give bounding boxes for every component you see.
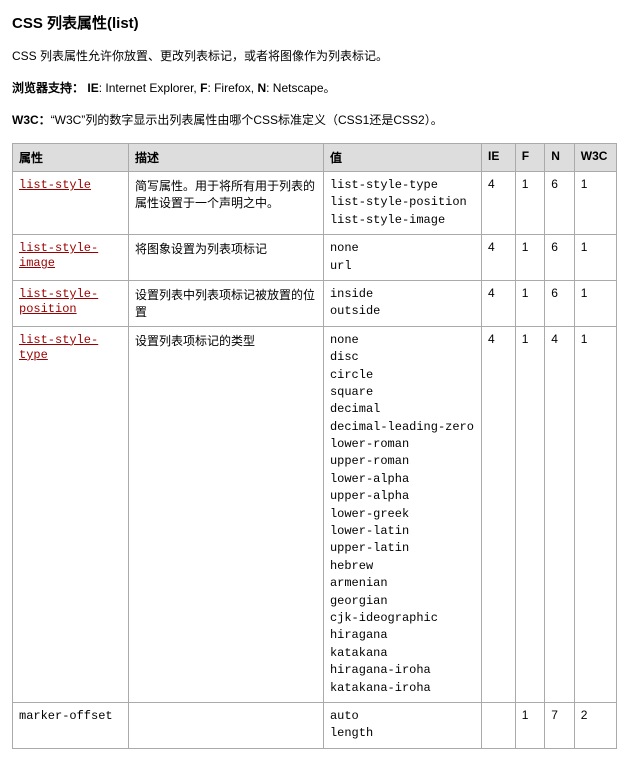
th-description: 描述 bbox=[128, 144, 323, 172]
property-link[interactable]: list-style bbox=[19, 178, 91, 192]
description-cell: 设置列表中列表项标记被放置的位置 bbox=[128, 280, 323, 326]
description-cell: 将图象设置为列表项标记 bbox=[128, 235, 323, 281]
table-row: list-style-position 设置列表中列表项标记被放置的位置insid… bbox=[13, 280, 617, 326]
browser-support-label: 浏览器支持： bbox=[12, 81, 84, 95]
table-row: list-style-image将图象设置为列表项标记none url4161 bbox=[13, 235, 617, 281]
values-cell: list-style-type list-style-position list… bbox=[323, 172, 481, 235]
th-value: 值 bbox=[323, 144, 481, 172]
th-property: 属性 bbox=[13, 144, 129, 172]
th-n: N bbox=[545, 144, 575, 172]
table-row: marker-offset auto length 172 bbox=[13, 702, 617, 748]
values-cell: auto length bbox=[323, 702, 481, 748]
ie-cell: 4 bbox=[482, 172, 516, 235]
page-heading: CSS 列表属性(list) bbox=[12, 12, 617, 33]
n-cell: 6 bbox=[545, 280, 575, 326]
w3c-line: W3C：“W3C”列的数字显示出列表属性由哪个CSS标准定义（CSS1还是CSS… bbox=[12, 111, 617, 129]
property-link[interactable]: list-style-type bbox=[19, 333, 98, 362]
ie-cell bbox=[482, 702, 516, 748]
table-row: list-style 简写属性。用于将所有用于列表的属性设置于一个声明之中。lis… bbox=[13, 172, 617, 235]
values-cell: inside outside bbox=[323, 280, 481, 326]
ie-cell: 4 bbox=[482, 326, 516, 702]
property-link[interactable]: list-style-position bbox=[19, 287, 98, 316]
n-abbr: N bbox=[257, 81, 266, 95]
n-text: : Netscape。 bbox=[266, 81, 335, 95]
description-cell: 简写属性。用于将所有用于列表的属性设置于一个声明之中。 bbox=[128, 172, 323, 235]
intro-text: CSS 列表属性允许你放置、更改列表标记，或者将图像作为列表标记。 bbox=[12, 47, 617, 65]
th-w3c: W3C bbox=[574, 144, 616, 172]
values-cell: none disc circle square decimal decimal-… bbox=[323, 326, 481, 702]
f-text: : Firefox, bbox=[207, 81, 257, 95]
n-cell: 7 bbox=[545, 702, 575, 748]
property-text: marker-offset bbox=[19, 709, 113, 723]
ie-cell: 4 bbox=[482, 235, 516, 281]
list-properties-table: 属性 描述 值 IE F N W3C list-style 简写属性。用于将所有用… bbox=[12, 143, 617, 749]
th-ie: IE bbox=[482, 144, 516, 172]
description-cell bbox=[128, 702, 323, 748]
n-cell: 4 bbox=[545, 326, 575, 702]
ie-cell: 4 bbox=[482, 280, 516, 326]
w3c-cell: 1 bbox=[574, 280, 616, 326]
f-cell: 1 bbox=[515, 235, 545, 281]
w3c-cell: 1 bbox=[574, 326, 616, 702]
table-row: list-style-type 设置列表项标记的类型none disc circl… bbox=[13, 326, 617, 702]
property-link[interactable]: list-style-image bbox=[19, 241, 98, 270]
w3c-label: W3C： bbox=[12, 113, 51, 127]
w3c-cell: 1 bbox=[574, 172, 616, 235]
f-cell: 1 bbox=[515, 280, 545, 326]
values-cell: none url bbox=[323, 235, 481, 281]
n-cell: 6 bbox=[545, 235, 575, 281]
description-cell: 设置列表项标记的类型 bbox=[128, 326, 323, 702]
f-cell: 1 bbox=[515, 172, 545, 235]
w3c-cell: 2 bbox=[574, 702, 616, 748]
ie-abbr: IE bbox=[87, 81, 98, 95]
f-cell: 1 bbox=[515, 326, 545, 702]
th-f: F bbox=[515, 144, 545, 172]
w3c-text: “W3C”列的数字显示出列表属性由哪个CSS标准定义（CSS1还是CSS2）。 bbox=[51, 113, 443, 127]
browser-support-line: 浏览器支持： IE: Internet Explorer, F: Firefox… bbox=[12, 79, 617, 97]
table-header-row: 属性 描述 值 IE F N W3C bbox=[13, 144, 617, 172]
f-cell: 1 bbox=[515, 702, 545, 748]
w3c-cell: 1 bbox=[574, 235, 616, 281]
n-cell: 6 bbox=[545, 172, 575, 235]
ie-text: : Internet Explorer, bbox=[99, 81, 200, 95]
